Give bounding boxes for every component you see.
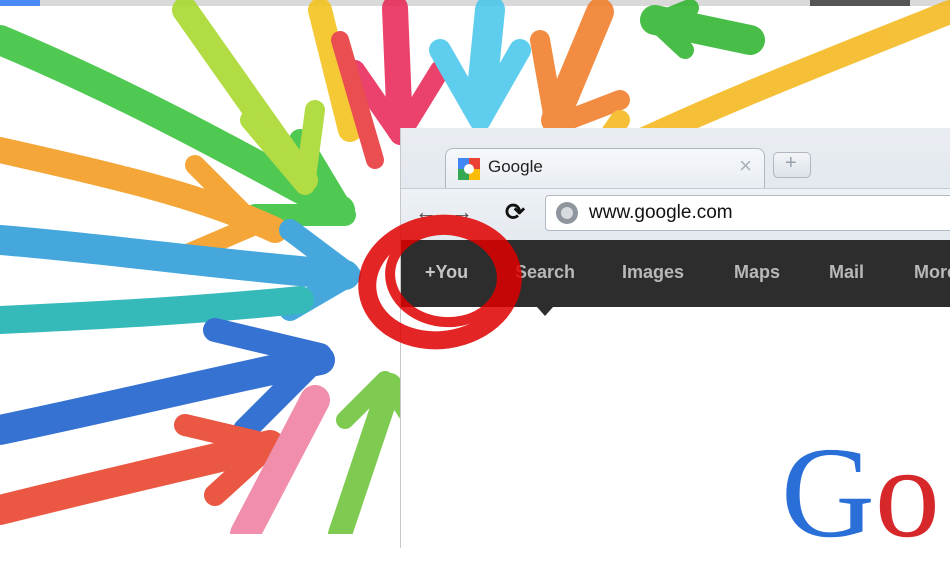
browser-tab[interactable]: Google × bbox=[445, 148, 765, 189]
google-favicon-icon bbox=[458, 158, 480, 180]
plus-icon: + bbox=[785, 152, 797, 174]
active-item-caret bbox=[537, 307, 553, 316]
arrow-teal bbox=[0, 286, 314, 334]
address-bar-url[interactable]: www.google.com bbox=[589, 202, 733, 224]
logo-letter-g: G bbox=[781, 421, 875, 565]
tab-title: Google bbox=[488, 157, 543, 176]
close-icon[interactable]: × bbox=[739, 154, 752, 178]
logo-letter-o: o bbox=[874, 421, 940, 565]
browser-window: Google × + ← → ⟳ www.google.com +You Sea… bbox=[400, 128, 950, 558]
browser-toolbar: ← → ⟳ www.google.com bbox=[401, 188, 950, 241]
gbar-item-search[interactable]: Search bbox=[515, 262, 575, 283]
gbar-item-more[interactable]: More bbox=[914, 262, 950, 283]
gbar-item-mail[interactable]: Mail bbox=[829, 262, 864, 283]
gbar-item-maps[interactable]: Maps bbox=[734, 262, 780, 283]
new-tab-button[interactable]: + bbox=[773, 152, 811, 178]
google-black-bar: +You Search Images Maps Mail More bbox=[401, 240, 950, 307]
gbar-item-images[interactable]: Images bbox=[622, 262, 684, 283]
google-logo: Go bbox=[781, 428, 940, 558]
browser-frame: Google × + ← → ⟳ www.google.com bbox=[401, 128, 950, 241]
forward-arrow-icon[interactable]: → bbox=[451, 199, 473, 225]
address-bar[interactable]: www.google.com bbox=[545, 195, 950, 231]
back-arrow-icon[interactable]: ← bbox=[415, 199, 437, 225]
globe-icon bbox=[556, 202, 578, 224]
gbar-item-you[interactable]: +You bbox=[425, 262, 468, 283]
reload-icon[interactable]: ⟳ bbox=[505, 198, 525, 227]
